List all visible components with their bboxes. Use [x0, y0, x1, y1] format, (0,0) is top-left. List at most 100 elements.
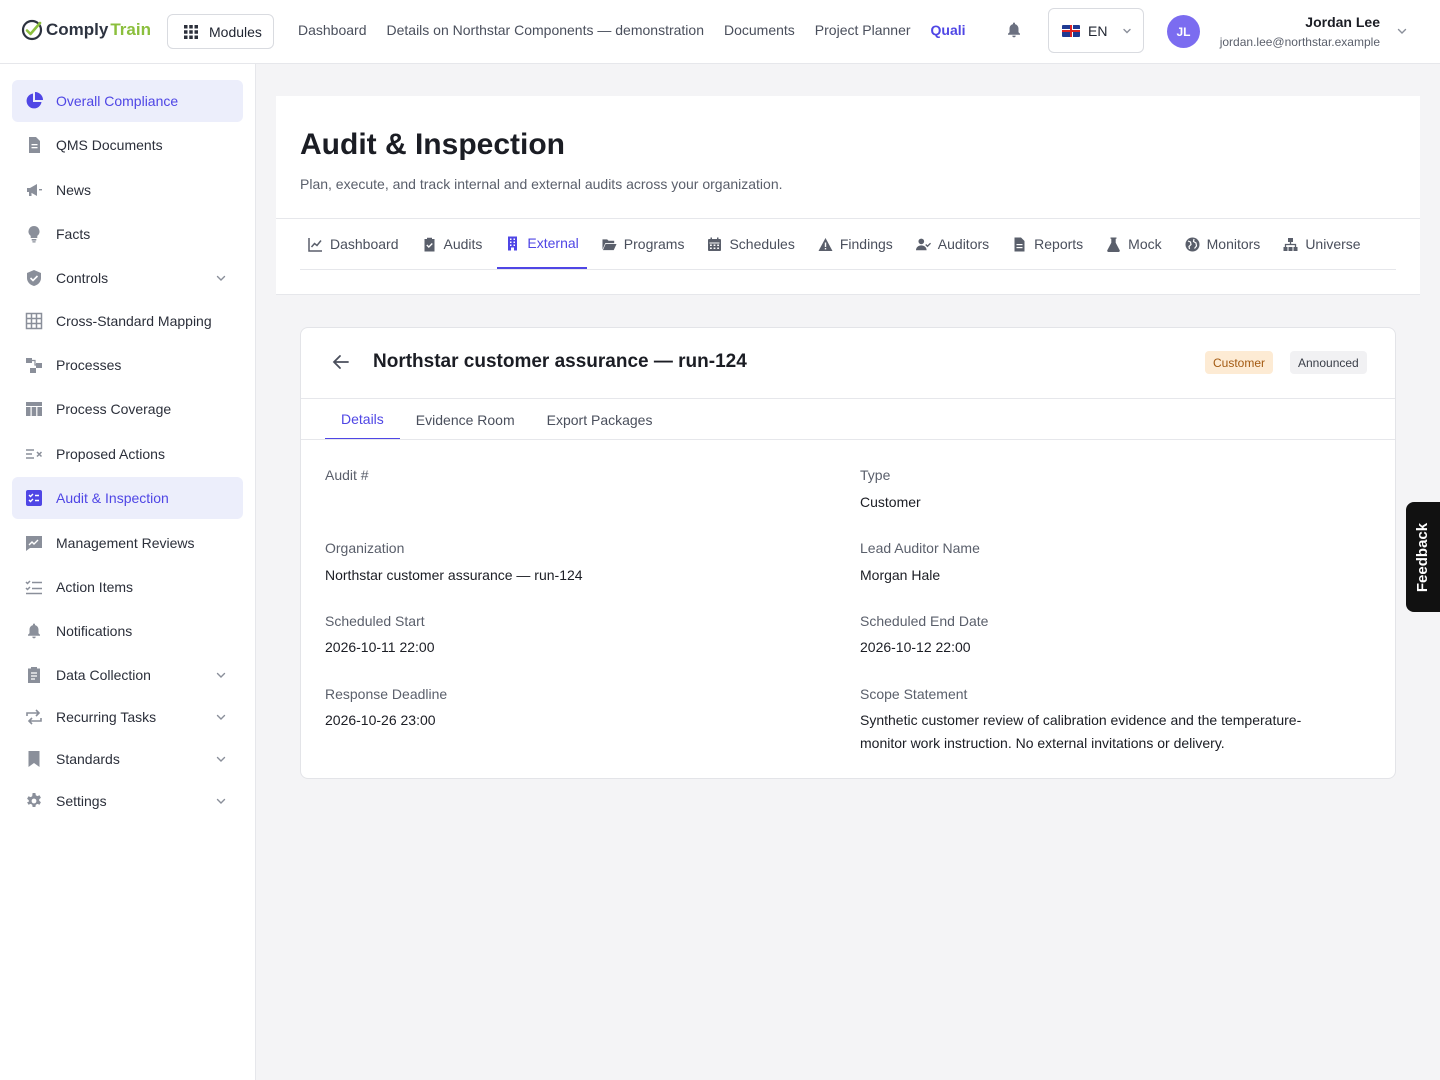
tab-programs[interactable]: Programs: [594, 219, 693, 269]
sidebar-item-standards[interactable]: Standards: [12, 738, 243, 780]
sidebar-item-qms-documents[interactable]: QMS Documents: [12, 124, 243, 166]
tab-label: Auditors: [937, 236, 990, 252]
tab-reports[interactable]: Reports: [1004, 219, 1091, 269]
brand-logo[interactable]: Comply Train: [20, 18, 151, 42]
language-code: EN: [1088, 22, 1108, 39]
scope-statement-value: Synthetic customer review of calibration…: [860, 712, 1302, 751]
tab-dashboard[interactable]: Dashboard: [300, 219, 407, 269]
sidebar-item-settings[interactable]: Settings: [12, 780, 243, 822]
type-value: Customer: [860, 494, 921, 510]
bell-icon[interactable]: [1005, 21, 1023, 39]
top-nav-details[interactable]: Details on Northstar Components — demons…: [387, 22, 704, 38]
chevron-down-icon[interactable]: [215, 711, 227, 723]
top-nav-quali[interactable]: Quali: [931, 22, 966, 38]
top-bar: Comply Train Modules Dashboard Details on…: [0, 0, 1440, 64]
tab-findings[interactable]: Findings: [810, 219, 901, 269]
sidebar-item-processes[interactable]: Processes: [12, 344, 243, 386]
sidebar-item-label: Data Collection: [56, 667, 151, 683]
user-menu-chevron-icon[interactable]: [1396, 25, 1408, 37]
tab-label: Findings: [839, 236, 893, 252]
globe-icon: [1185, 237, 1200, 251]
sidebar-item-cross-standard-mapping[interactable]: Cross-Standard Mapping: [12, 300, 243, 342]
audit-detail-card: Northstar customer assurance — run-124 C…: [300, 327, 1396, 779]
grid-dots-icon: [184, 24, 198, 39]
user-avatar[interactable]: JL: [1167, 15, 1200, 48]
warning-icon: [818, 237, 833, 251]
audit-subtabs: Details Evidence Room Export Packages: [325, 399, 668, 440]
sidebar-item-label: Recurring Tasks: [56, 709, 157, 725]
sidebar-item-audit-inspection[interactable]: Audit & Inspection: [12, 477, 243, 519]
tab-label: Schedules: [729, 236, 795, 252]
sidebar: Overall Compliance QMS Documents News Fa…: [0, 64, 256, 1080]
grid-icon: [25, 312, 43, 330]
tab-label: Reports: [1034, 236, 1084, 252]
modules-button[interactable]: Modules: [167, 14, 274, 49]
top-nav-dashboard[interactable]: Dashboard: [298, 22, 367, 38]
sidebar-item-label: Action Items: [56, 579, 134, 595]
sidebar-item-proposed-actions[interactable]: Proposed Actions: [12, 433, 243, 475]
top-nav-project-planner[interactable]: Project Planner: [815, 22, 911, 38]
tab-label: External: [527, 235, 579, 251]
flask-icon: [1107, 237, 1120, 252]
tab-audits[interactable]: Audits: [414, 219, 491, 269]
tab-universe[interactable]: Universe: [1275, 219, 1368, 269]
chevron-down-icon: [1123, 28, 1132, 33]
top-nav-documents[interactable]: Documents: [724, 22, 795, 38]
sidebar-item-news[interactable]: News: [12, 169, 243, 211]
sidebar-item-label: Settings: [56, 793, 107, 809]
lead-auditor-label: Lead Auditor Name: [860, 540, 980, 556]
tab-external[interactable]: External: [497, 219, 587, 269]
response-deadline-value: 2026-10-26 23:00: [325, 712, 436, 728]
feedback-tab[interactable]: Feedback: [1406, 502, 1440, 612]
brand-name-part2: Train: [110, 20, 151, 39]
chevron-down-icon[interactable]: [215, 669, 227, 681]
tab-mock[interactable]: Mock: [1098, 219, 1169, 269]
sidebar-item-label: Audit & Inspection: [56, 490, 169, 506]
sidebar-item-label: Controls: [56, 270, 109, 286]
folder-open-icon: [602, 238, 617, 250]
chevron-down-icon[interactable]: [215, 272, 227, 284]
sidebar-item-label: Standards: [56, 751, 120, 767]
status-badge: Announced: [1290, 351, 1367, 374]
sitemap-icon: [1283, 237, 1298, 251]
tab-monitors[interactable]: Monitors: [1177, 219, 1269, 269]
gear-icon: [25, 792, 43, 810]
sidebar-item-process-coverage[interactable]: Process Coverage: [12, 388, 243, 430]
type-badge: Customer: [1205, 351, 1274, 374]
document-icon: [25, 136, 43, 154]
sidebar-item-notifications[interactable]: Notifications: [12, 610, 243, 652]
sidebar-item-label: Cross-Standard Mapping: [56, 313, 212, 329]
tab-evidence-room[interactable]: Evidence Room: [400, 399, 531, 440]
bell-icon: [25, 622, 43, 640]
scheduled-end-value: 2026-10-12 22:00: [860, 639, 971, 655]
sidebar-item-label: Proposed Actions: [56, 446, 165, 462]
user-email: jordan.lee@northstar.example: [1219, 35, 1380, 49]
file-icon: [1014, 237, 1025, 251]
megaphone-icon: [25, 181, 43, 199]
top-nav: Dashboard Details on Northstar Component…: [298, 22, 966, 38]
sidebar-item-overall-compliance[interactable]: Overall Compliance: [12, 80, 243, 122]
module-tabs: Dashboard Audits External Programs Sched…: [300, 219, 1396, 270]
sidebar-item-recurring-tasks[interactable]: Recurring Tasks: [12, 696, 243, 738]
sidebar-item-action-items[interactable]: Action Items: [12, 566, 243, 608]
tab-auditors[interactable]: Auditors: [908, 219, 997, 269]
tab-schedules[interactable]: Schedules: [699, 219, 802, 269]
sidebar-item-controls[interactable]: Controls: [12, 257, 243, 299]
checklist-icon: [25, 489, 43, 507]
clipboard-icon: [25, 666, 43, 684]
back-arrow-icon[interactable]: [332, 353, 350, 371]
chevron-down-icon[interactable]: [215, 795, 227, 807]
tab-details[interactable]: Details: [325, 399, 400, 440]
building-icon: [508, 236, 518, 250]
sidebar-item-label: Processes: [56, 357, 122, 373]
sidebar-item-facts[interactable]: Facts: [12, 213, 243, 255]
clipboard-check-icon: [424, 237, 434, 251]
tab-export-packages[interactable]: Export Packages: [531, 399, 669, 440]
chevron-down-icon[interactable]: [215, 753, 227, 765]
audit-title: Northstar customer assurance — run-124: [373, 351, 747, 372]
language-selector[interactable]: EN: [1048, 8, 1144, 53]
sidebar-item-management-reviews[interactable]: Management Reviews: [12, 522, 243, 564]
sidebar-item-label: News: [56, 182, 92, 198]
sidebar-item-data-collection[interactable]: Data Collection: [12, 654, 243, 696]
sidebar-item-label: Management Reviews: [56, 535, 195, 551]
